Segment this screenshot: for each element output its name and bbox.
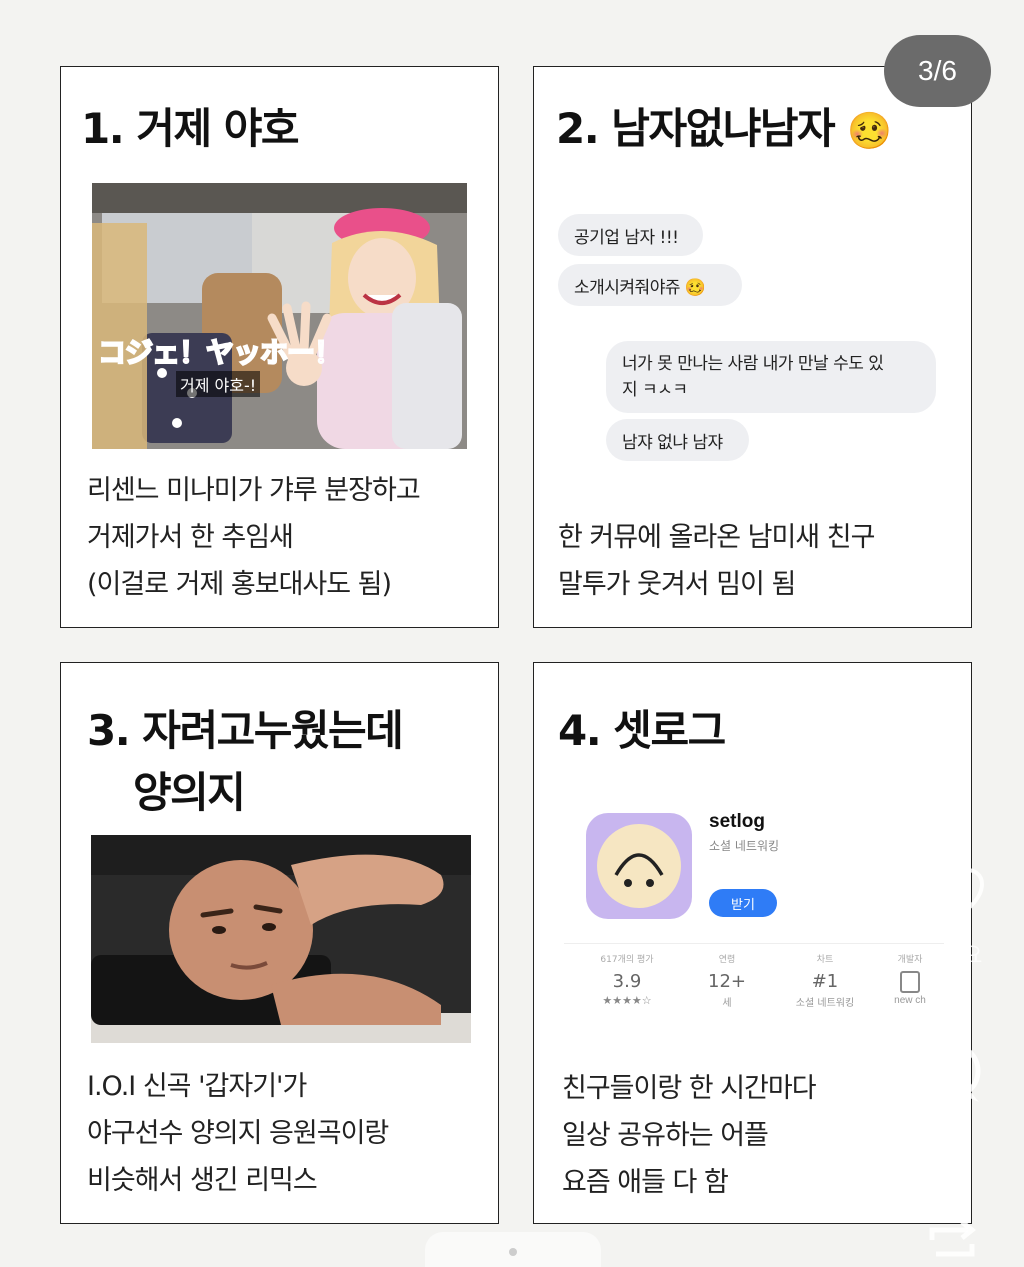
heart-icon — [919, 867, 985, 925]
stat-chart-value: #1 — [811, 971, 839, 992]
get-button[interactable]: 받기 — [709, 889, 777, 917]
card-3-description: I.O.I 신곡 '갑자기'가 야구선수 양의지 응원곡이랑 비슷해서 생긴 리… — [87, 1063, 389, 1204]
chat-bubble-3: 너가 못 만나는 사람 내가 만날 수도 있 지 ㅋㅅㅋ — [606, 341, 936, 413]
stat-ratings-stars: ★★★★☆ — [602, 994, 652, 1007]
card-1-caption-jp: コジェ！ヤッホー！ — [97, 335, 343, 370]
stat-chart-top: 차트 — [816, 955, 834, 965]
stat-chart-bottom: 소셜 네트워킹 — [795, 998, 855, 1009]
chat-bubble-3-line-2: 지 ㅋㅅㅋ — [622, 380, 688, 400]
card-3: 3. 자려고누웠는데 양의지 I.O.I 신곡 '갑자기'가 야구선수 양의지 … — [60, 662, 499, 1224]
stat-chart: 차트 #1 소셜 네트워킹 — [780, 952, 870, 1009]
app-category: 소셜 네트워킹 — [709, 839, 780, 853]
chat-bubble-2: 소개시켜줘야쥬 🥴 — [558, 264, 742, 306]
card-3-photo — [91, 835, 471, 1043]
setlog-app-icon — [586, 813, 692, 919]
card-4: 4. 셋로그 setlog 소셜 네트워킹 받기 617개의 평가 3.9 ★★… — [533, 662, 972, 1224]
carousel-dot — [509, 1248, 517, 1256]
card-2: 2. 남자없냐남자 🥴 공기업 남자 !!! 소개시켜줘야쥬 🥴 너가 못 만나… — [533, 66, 972, 628]
card-1-line-3: (이걸로 거제 홍보대사도 됨) — [87, 569, 392, 600]
card-4-line-2: 일상 공유하는 어플 — [562, 1120, 769, 1151]
card-1-description: 리센느 미나미가 갸루 분장하고 거제가서 한 추임새 (이걸로 거제 홍보대사… — [87, 467, 421, 608]
card-4-line-1: 친구들이랑 한 시간마다 — [562, 1073, 817, 1104]
page-indicator: 3/6 — [884, 35, 991, 107]
card-1-line-1: 리센느 미나미가 갸루 분장하고 — [87, 475, 421, 506]
card-2-title-text: 2. 남자없냐남자 — [556, 104, 836, 153]
card-2-line-2: 말투가 웃겨서 밈이 됨 — [558, 569, 796, 600]
like-button[interactable]: 좋아요 — [914, 866, 990, 970]
stat-age-value: 12+ — [708, 971, 746, 992]
stat-ratings: 617개의 평가 3.9 ★★★★☆ — [582, 952, 672, 1007]
man-lying-image — [91, 835, 471, 1043]
card-1-title: 1. 거제 야호 — [81, 104, 299, 153]
app-store-listing: setlog 소셜 네트워킹 받기 617개의 평가 3.9 ★★★★☆ 연령 … — [564, 793, 944, 1033]
app-name: setlog — [709, 811, 765, 832]
card-3-title-line-2: 양의지 — [133, 768, 246, 817]
stat-age: 연령 12+ 세 — [682, 952, 772, 1009]
card-1-caption-kr: 거제 야호-! — [176, 371, 261, 397]
card-3-title-line-1: 3. 자려고누웠는데 — [87, 706, 404, 755]
card-2-line-1: 한 커뮤에 올라온 남미새 친구 — [558, 522, 875, 553]
card-2-description: 한 커뮤에 올라온 남미새 친구 말투가 웃겨서 밈이 됨 — [558, 514, 875, 608]
car-selfie-image — [92, 183, 467, 449]
share-button[interactable] — [920, 1210, 984, 1267]
card-1-photo: コジェ！ヤッホー！ 거제 야호-! — [92, 183, 467, 449]
card-1: 1. 거제 야호 コジェ！ヤッホー！ 거제 야호-! 리센느 미나미가 갸루 분… — [60, 66, 499, 628]
card-4-title: 4. 셋로그 — [558, 706, 726, 755]
stat-ratings-top: 617개의 평가 — [600, 955, 654, 965]
card-2-title: 2. 남자없냐남자 🥴 — [556, 95, 892, 156]
woozy-face-icon: 🥴 — [847, 111, 892, 152]
comment-count: 54 — [937, 1110, 967, 1140]
carousel-dots — [425, 1232, 601, 1267]
repost-icon — [929, 1220, 977, 1257]
like-label: 좋아요 — [921, 944, 983, 969]
chat-bubble-3-line-1: 너가 못 만나는 사람 내가 만날 수도 있 — [622, 354, 884, 374]
stat-age-bottom: 세 — [722, 998, 732, 1009]
stat-ratings-value: 3.9 — [612, 971, 642, 992]
chat-bubble-1: 공기업 남자 !!! — [558, 214, 703, 256]
card-3-line-3: 비슷해서 생긴 리믹스 — [87, 1165, 318, 1196]
stat-age-top: 연령 — [718, 955, 736, 965]
stat-developer-bottom: new ch — [894, 995, 926, 1006]
card-4-line-3: 요즘 애들 다 함 — [562, 1167, 729, 1198]
app-stats-row: 617개의 평가 3.9 ★★★★☆ 연령 12+ 세 차트 #1 소셜 네트워… — [564, 943, 944, 1024]
comment-icon — [923, 1042, 981, 1102]
comment-button[interactable]: 54 — [914, 1040, 990, 1141]
card-4-description: 친구들이랑 한 시간마다 일상 공유하는 어플 요즘 애들 다 함 — [562, 1065, 817, 1206]
card-1-line-2: 거제가서 한 추임새 — [87, 522, 294, 553]
developer-icon — [900, 971, 920, 993]
card-3-line-1: I.O.I 신곡 '갑자기'가 — [87, 1071, 307, 1102]
smiley-face-icon — [597, 824, 681, 908]
card-3-line-2: 야구선수 양의지 응원곡이랑 — [87, 1118, 389, 1149]
chat-bubble-4: 남쟈 없냐 남쟈 — [606, 419, 749, 461]
